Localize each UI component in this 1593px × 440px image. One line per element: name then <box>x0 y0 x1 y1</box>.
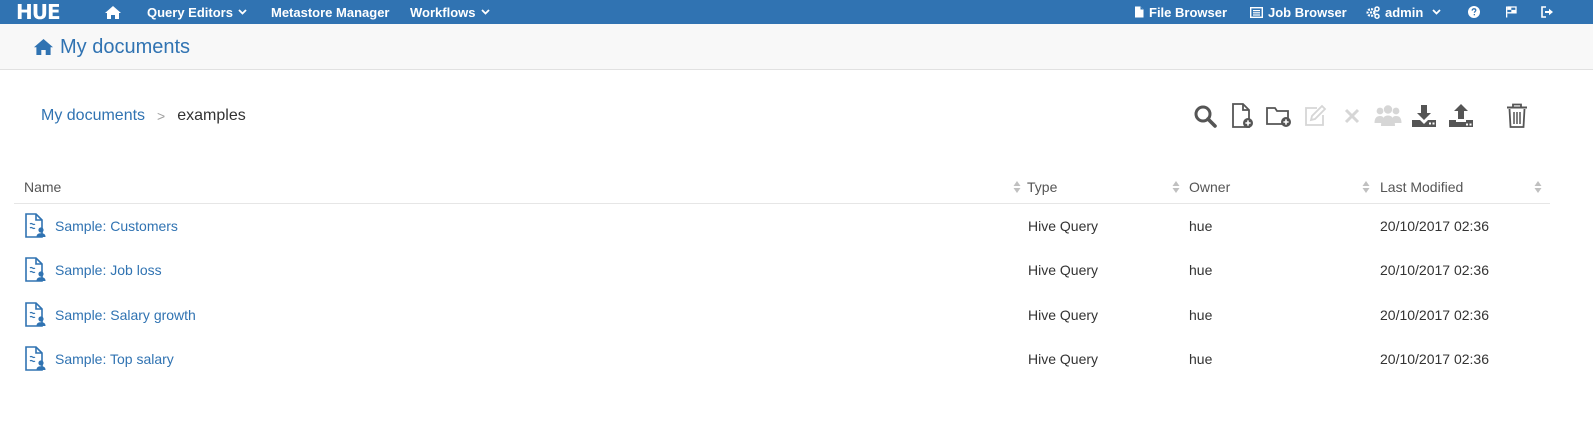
table-row[interactable]: Sample: Salary growth Hive Query hue 20/… <box>14 293 1550 337</box>
file-icon <box>1135 6 1144 18</box>
hive-query-document-icon <box>25 213 46 238</box>
new-folder-icon <box>1266 107 1291 127</box>
delete-button[interactable] <box>1338 102 1366 130</box>
question-circle-icon <box>1468 6 1480 18</box>
document-name-link[interactable]: Sample: Job loss <box>55 248 162 292</box>
edit-icon <box>1305 104 1327 126</box>
breadcrumb-separator: > <box>157 108 166 124</box>
download-button[interactable] <box>1410 102 1438 130</box>
metastore-manager-label: Metastore Manager <box>271 4 390 20</box>
hive-query-document-icon <box>25 257 46 283</box>
help-button[interactable] <box>1468 0 1480 24</box>
top-navbar: HUE Query Editors Metastore Manager Work… <box>0 0 1593 24</box>
sign-out-button[interactable] <box>1541 0 1554 24</box>
sort-icon[interactable] <box>1172 180 1180 194</box>
sort-icon[interactable] <box>1013 180 1021 194</box>
download-icon <box>1412 105 1436 127</box>
workflows-menu[interactable]: Workflows <box>410 0 490 24</box>
document-type: Hive Query <box>1028 306 1099 323</box>
document-last-modified: 20/10/2017 02:36 <box>1380 218 1489 234</box>
sort-icon[interactable] <box>1534 180 1542 194</box>
breadcrumb-root-link[interactable]: My documents <box>41 107 145 125</box>
cogs-icon <box>1366 5 1380 19</box>
user-menu[interactable]: admin <box>1366 0 1441 24</box>
new-document-button[interactable] <box>1228 102 1256 130</box>
sort-icon[interactable] <box>1362 180 1370 194</box>
new-folder-button[interactable] <box>1265 102 1293 130</box>
hue-logo[interactable]: HUE <box>16 0 61 24</box>
document-type: Hive Query <box>1028 350 1099 367</box>
search-button[interactable] <box>1191 102 1219 130</box>
breadcrumb: My documents > examples <box>41 104 246 128</box>
upload-icon <box>1449 104 1473 127</box>
document-last-modified: 20/10/2017 02:36 <box>1380 306 1489 323</box>
table-row[interactable]: Sample: Top salary Hive Query hue 20/10/… <box>14 337 1550 381</box>
upload-button[interactable] <box>1447 102 1475 130</box>
share-button[interactable] <box>1374 102 1402 130</box>
new-document-icon <box>1232 103 1253 128</box>
column-header-name[interactable]: Name <box>24 170 61 203</box>
list-alt-icon <box>1250 6 1263 18</box>
close-icon <box>1344 108 1360 124</box>
home-button[interactable] <box>104 0 122 24</box>
document-last-modified: 20/10/2017 02:36 <box>1380 262 1489 279</box>
file-browser-link[interactable]: File Browser <box>1134 0 1227 24</box>
page-title-text: My documents <box>60 35 191 58</box>
document-name-link[interactable]: Sample: Customers <box>55 204 178 248</box>
home-icon <box>34 39 53 55</box>
hive-query-document-icon <box>25 346 46 371</box>
document-name-link[interactable]: Sample: Salary growth <box>55 293 196 337</box>
workflows-label: Workflows <box>410 4 476 20</box>
edit-button[interactable] <box>1301 102 1329 130</box>
chevron-down-icon <box>1432 9 1441 15</box>
documents-table: Name Type Owner Last Modified Sample: Cu… <box>14 170 1550 381</box>
document-type: Hive Query <box>1028 262 1099 279</box>
column-header-last-modified[interactable]: Last Modified <box>1380 170 1463 203</box>
chevron-down-icon <box>480 9 490 15</box>
document-owner: hue <box>1189 350 1213 367</box>
tour-flag-button[interactable] <box>1505 0 1517 24</box>
table-row[interactable]: Sample: Job loss Hive Query hue 20/10/20… <box>14 248 1550 292</box>
hive-query-document-icon <box>25 301 46 327</box>
column-header-type[interactable]: Type <box>1027 170 1057 203</box>
breadcrumb-current: examples <box>177 107 246 124</box>
query-editors-menu[interactable]: Query Editors <box>147 0 247 24</box>
trash-button[interactable] <box>1503 102 1531 130</box>
query-editors-label: Query Editors <box>147 4 233 20</box>
sign-out-icon <box>1541 6 1553 18</box>
search-icon <box>1194 105 1217 128</box>
metastore-manager-link[interactable]: Metastore Manager <box>271 0 389 24</box>
users-icon <box>1374 105 1402 126</box>
document-name-link[interactable]: Sample: Top salary <box>55 337 174 381</box>
chevron-down-icon <box>238 9 247 15</box>
column-header-owner[interactable]: Owner <box>1189 170 1230 203</box>
hue-logo-text: HUE <box>16 0 61 24</box>
user-name: admin <box>1385 4 1424 20</box>
document-owner: hue <box>1189 218 1213 234</box>
home-icon <box>105 5 121 19</box>
file-browser-label: File Browser <box>1149 4 1228 20</box>
document-last-modified: 20/10/2017 02:36 <box>1380 350 1489 367</box>
document-owner: hue <box>1189 262 1213 279</box>
trash-icon <box>1507 103 1527 128</box>
page-header: My documents <box>0 24 1593 70</box>
table-header: Name Type Owner Last Modified <box>14 170 1550 204</box>
document-owner: hue <box>1189 306 1213 323</box>
page-title: My documents <box>33 24 190 70</box>
flag-icon <box>1506 6 1517 18</box>
table-row[interactable]: Sample: Customers Hive Query hue 20/10/2… <box>14 204 1550 248</box>
job-browser-link[interactable]: Job Browser <box>1250 0 1347 24</box>
document-type: Hive Query <box>1028 218 1099 234</box>
job-browser-label: Job Browser <box>1268 4 1347 20</box>
